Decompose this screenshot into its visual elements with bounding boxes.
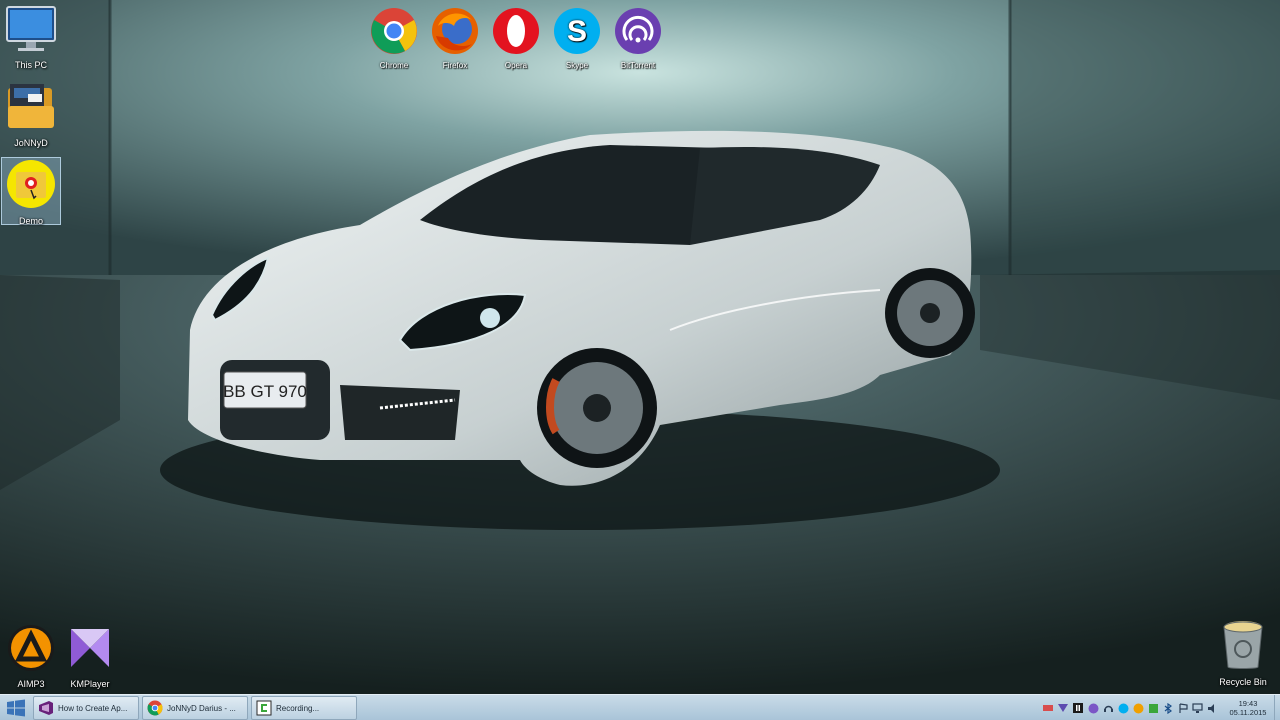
action-center-flag-icon[interactable] <box>1177 702 1189 714</box>
desktop-icon-this-pc[interactable]: This PC <box>1 4 61 74</box>
network-icon[interactable] <box>1192 702 1204 714</box>
windows-logo-icon <box>7 699 25 717</box>
chrome-icon <box>371 8 417 54</box>
desktop-icon-bittorrent[interactable]: BitTorrent <box>610 5 666 70</box>
taskbar-button-label: Recording... <box>276 703 320 713</box>
folder-icon <box>8 84 54 128</box>
skype-icon: S <box>554 8 600 54</box>
desktop-icon-chrome[interactable]: Chrome <box>366 5 422 70</box>
show-desktop-button[interactable] <box>1274 695 1280 720</box>
folder-icon <box>7 160 55 208</box>
system-clock[interactable]: 19:43 05.11.2015 <box>1226 699 1270 717</box>
bittorrent-icon <box>615 8 661 54</box>
bluetooth-icon[interactable] <box>1162 702 1174 714</box>
desktop-icon-demo-folder[interactable]: Demo <box>1 157 61 226</box>
desktop-icon-label: Demo <box>18 216 43 226</box>
vpn-icon[interactable] <box>1057 702 1069 714</box>
desktop-icon-label: JoNNyD <box>14 138 48 148</box>
pause-icon[interactable] <box>1072 702 1084 714</box>
taskbar-button-chrome[interactable]: JoNNyD Darius - ... <box>142 696 248 720</box>
desktop-icon-recycle-bin[interactable]: Recycle Bin <box>1213 617 1273 687</box>
desktop-icon-skype[interactable]: S Skype <box>549 5 605 70</box>
purple-app-icon[interactable] <box>1087 702 1099 714</box>
desktop-icon-label: Recycle Bin <box>1219 677 1267 687</box>
recycle-bin-icon <box>1223 621 1263 669</box>
clock-time: 19:43 <box>1238 699 1258 708</box>
clock-date: 05.11.2015 <box>1229 708 1267 717</box>
desktop-icon-label: Firefox <box>442 61 468 70</box>
start-button[interactable] <box>2 696 30 720</box>
taskbar-button-visual-studio[interactable]: How to Create Ap... <box>33 696 139 720</box>
desktop-icon-label: AIMP3 <box>17 679 45 689</box>
taskbar-button-label: JoNNyD Darius - ... <box>167 703 236 713</box>
desktop-icon-firefox[interactable]: Firefox <box>427 5 483 70</box>
system-tray: 19:43 05.11.2015 <box>1042 695 1280 720</box>
firefox-icon <box>432 8 478 54</box>
volume-icon[interactable] <box>1207 702 1219 714</box>
desktop-icon-jonnyd-folder[interactable]: JoNNyD <box>1 80 61 150</box>
desktop-icon-kmplayer[interactable]: KMPlayer <box>60 623 120 689</box>
skype-tray-icon[interactable] <box>1117 702 1129 714</box>
kmplayer-icon <box>71 629 109 667</box>
camtasia-icon <box>256 700 272 716</box>
chrome-icon <box>147 700 163 716</box>
taskbar-button-label: How to Create Ap... <box>58 703 128 713</box>
opera-icon <box>493 8 539 54</box>
monitor-icon <box>6 6 56 51</box>
avast-icon[interactable] <box>1132 702 1144 714</box>
desktop-icon-label: KMPlayer <box>70 679 110 689</box>
desktop-icon-label: BitTorrent <box>620 61 656 70</box>
desktop-icon-label: Chrome <box>379 61 409 70</box>
taskbar: How to Create Ap... JoNNyD Darius - ... … <box>0 694 1280 720</box>
network-adapter-icon[interactable] <box>1042 702 1054 714</box>
desktop-icon-label: Opera <box>504 61 528 70</box>
camtasia-tray-icon[interactable] <box>1147 702 1159 714</box>
visual-studio-icon <box>38 700 54 716</box>
taskbar-button-recording[interactable]: Recording... <box>251 696 357 720</box>
desktop-icon-aimp3[interactable]: AIMP3 <box>1 623 61 689</box>
desktop-icon-label: Skype <box>565 61 589 70</box>
svg-text:S: S <box>567 15 587 48</box>
aimp-icon <box>8 625 54 671</box>
desktop-icon-opera[interactable]: Opera <box>488 5 544 70</box>
desktop-icon-label: This PC <box>14 60 47 70</box>
svg-text:BB GT 970: BB GT 970 <box>223 382 307 401</box>
desktop-wallpaper: BB GT 970 <box>0 0 1280 694</box>
headset-icon[interactable] <box>1102 702 1114 714</box>
